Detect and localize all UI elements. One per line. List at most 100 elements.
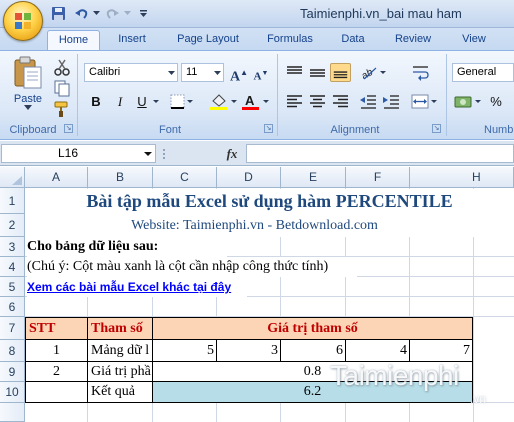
fill-color-icon[interactable]	[208, 92, 238, 111]
column-header-d[interactable]: D	[217, 167, 281, 188]
more-examples-link[interactable]: Xem các bài mẫu Excel khác tại đây	[27, 277, 247, 297]
column-header-c[interactable]: C	[153, 167, 217, 188]
percent-style-button[interactable]: %	[486, 92, 506, 111]
shrink-font-button[interactable]: A▼	[251, 63, 271, 83]
font-launcher-icon[interactable]: ↘	[264, 124, 273, 133]
format-painter-icon[interactable]	[52, 100, 72, 118]
save-icon[interactable]	[50, 5, 67, 22]
wrap-text-icon[interactable]	[410, 63, 431, 82]
alignment-launcher-icon[interactable]: ↘	[432, 124, 441, 133]
undo-dropdown-icon[interactable]	[92, 5, 100, 22]
tab-page-layout[interactable]: Page Layout	[168, 30, 248, 50]
row-header[interactable]: 10	[0, 382, 25, 403]
alignment-group-label: Alignment	[330, 124, 380, 136]
row-header[interactable]	[0, 403, 25, 422]
font-name-box[interactable]: Calibri	[84, 63, 178, 82]
row-header[interactable]: 5	[0, 277, 25, 297]
number-group-label: Numb	[484, 124, 514, 136]
row-header[interactable]: 6	[0, 297, 25, 317]
row-header[interactable]: 1	[0, 188, 25, 214]
font-color-icon[interactable]: A	[240, 92, 270, 111]
align-center-icon[interactable]	[307, 92, 328, 111]
cut-icon[interactable]	[52, 58, 72, 76]
header-tham-so[interactable]: Tham số	[88, 317, 153, 340]
tab-data[interactable]: Data	[332, 30, 374, 50]
watermark-suffix: .vn	[470, 392, 487, 406]
tab-formulas[interactable]: Formulas	[258, 30, 322, 50]
tab-review[interactable]: Review	[385, 30, 441, 50]
paste-dropdown-icon[interactable]	[24, 105, 32, 111]
grow-font-button[interactable]: A▲	[229, 63, 249, 85]
tab-insert[interactable]: Insert	[108, 30, 156, 50]
row-header[interactable]: 4	[0, 257, 25, 277]
align-bottom-icon[interactable]	[330, 63, 351, 82]
merge-center-icon[interactable]	[410, 92, 438, 111]
row-stt-1[interactable]: 1	[25, 340, 88, 362]
row-stt-3[interactable]	[25, 382, 88, 403]
array-value[interactable]: 5	[153, 340, 217, 362]
align-top-icon[interactable]	[284, 63, 305, 82]
shrink-font-label: A	[253, 70, 262, 83]
insert-function-button[interactable]: fx	[222, 144, 242, 163]
formula-input[interactable]	[246, 144, 514, 163]
office-button[interactable]	[3, 1, 43, 41]
name-box[interactable]: L16	[1, 144, 156, 163]
redo-dropdown-icon[interactable]	[123, 5, 131, 22]
undo-icon[interactable]	[73, 5, 90, 22]
note-text[interactable]: (Chú ý: Cột màu xanh là cột cần nhập côn…	[27, 257, 357, 277]
increase-indent-icon[interactable]	[381, 92, 402, 111]
watermark-logo: Taimienphi	[330, 360, 459, 391]
font-name-dropdown-icon[interactable]	[166, 64, 177, 81]
office-logo-icon	[15, 13, 31, 29]
underline-button[interactable]: U	[132, 92, 152, 111]
name-box-dropdown-icon[interactable]	[142, 146, 154, 161]
row-name-3[interactable]: Kết quả	[88, 382, 153, 403]
row-stt-2[interactable]: 2	[25, 362, 88, 382]
paste-icon	[14, 56, 42, 89]
array-value[interactable]: 4	[346, 340, 410, 362]
column-header-a[interactable]: A	[25, 167, 88, 188]
row-header[interactable]: 3	[0, 237, 25, 257]
row-header[interactable]: 7	[0, 317, 25, 340]
row-header[interactable]: 8	[0, 340, 25, 362]
accounting-format-icon[interactable]	[453, 92, 483, 111]
clipboard-launcher-icon[interactable]: ↘	[64, 124, 73, 133]
row-name-1[interactable]: Mảng dữ l	[88, 340, 153, 362]
align-left-icon[interactable]	[284, 92, 305, 111]
tab-view[interactable]: View	[452, 30, 496, 50]
header-stt[interactable]: STT	[25, 317, 88, 340]
orientation-icon[interactable]: ab	[358, 63, 388, 82]
font-size-dropdown-icon[interactable]	[212, 64, 223, 81]
bold-button[interactable]: B	[86, 92, 106, 111]
array-value[interactable]: 7	[410, 340, 473, 362]
formula-bar-grip-icon[interactable]	[162, 148, 166, 160]
column-header-b[interactable]: B	[88, 167, 153, 188]
customize-qat-icon[interactable]	[138, 5, 148, 22]
column-header-h[interactable]: H	[410, 167, 514, 188]
column-header-e[interactable]: E	[281, 167, 346, 188]
italic-button[interactable]: I	[110, 92, 130, 111]
website-line[interactable]: Website: Taimienphi.vn - Betdownload.com	[25, 214, 514, 237]
array-value[interactable]: 3	[217, 340, 281, 362]
paste-label: Paste	[13, 93, 43, 105]
align-middle-icon[interactable]	[307, 63, 328, 82]
align-right-icon[interactable]	[330, 92, 351, 111]
decrease-indent-icon[interactable]	[358, 92, 379, 111]
borders-icon[interactable]	[168, 92, 194, 111]
grow-font-label: A	[229, 69, 241, 85]
copy-icon[interactable]	[52, 79, 72, 97]
sheet-title[interactable]: Bài tập mẫu Excel sử dụng hàm PERCENTILE	[25, 189, 514, 214]
row-header[interactable]: 2	[0, 214, 25, 237]
redo-icon[interactable]	[104, 5, 121, 22]
number-format-box[interactable]: General	[452, 63, 514, 82]
tab-home[interactable]: Home	[47, 30, 100, 50]
underline-dropdown-icon[interactable]	[152, 93, 160, 110]
font-group-label: Font	[158, 124, 181, 136]
row-header[interactable]: 9	[0, 362, 25, 382]
row-name-2[interactable]: Giá trị phầ	[88, 362, 153, 382]
column-header-f[interactable]: F	[346, 167, 410, 188]
group-divider	[277, 54, 278, 136]
header-gia-tri[interactable]: Giá trị tham số	[153, 317, 473, 340]
array-value[interactable]: 6	[281, 340, 346, 362]
data-heading[interactable]: Cho bảng dữ liệu sau:	[27, 237, 227, 257]
